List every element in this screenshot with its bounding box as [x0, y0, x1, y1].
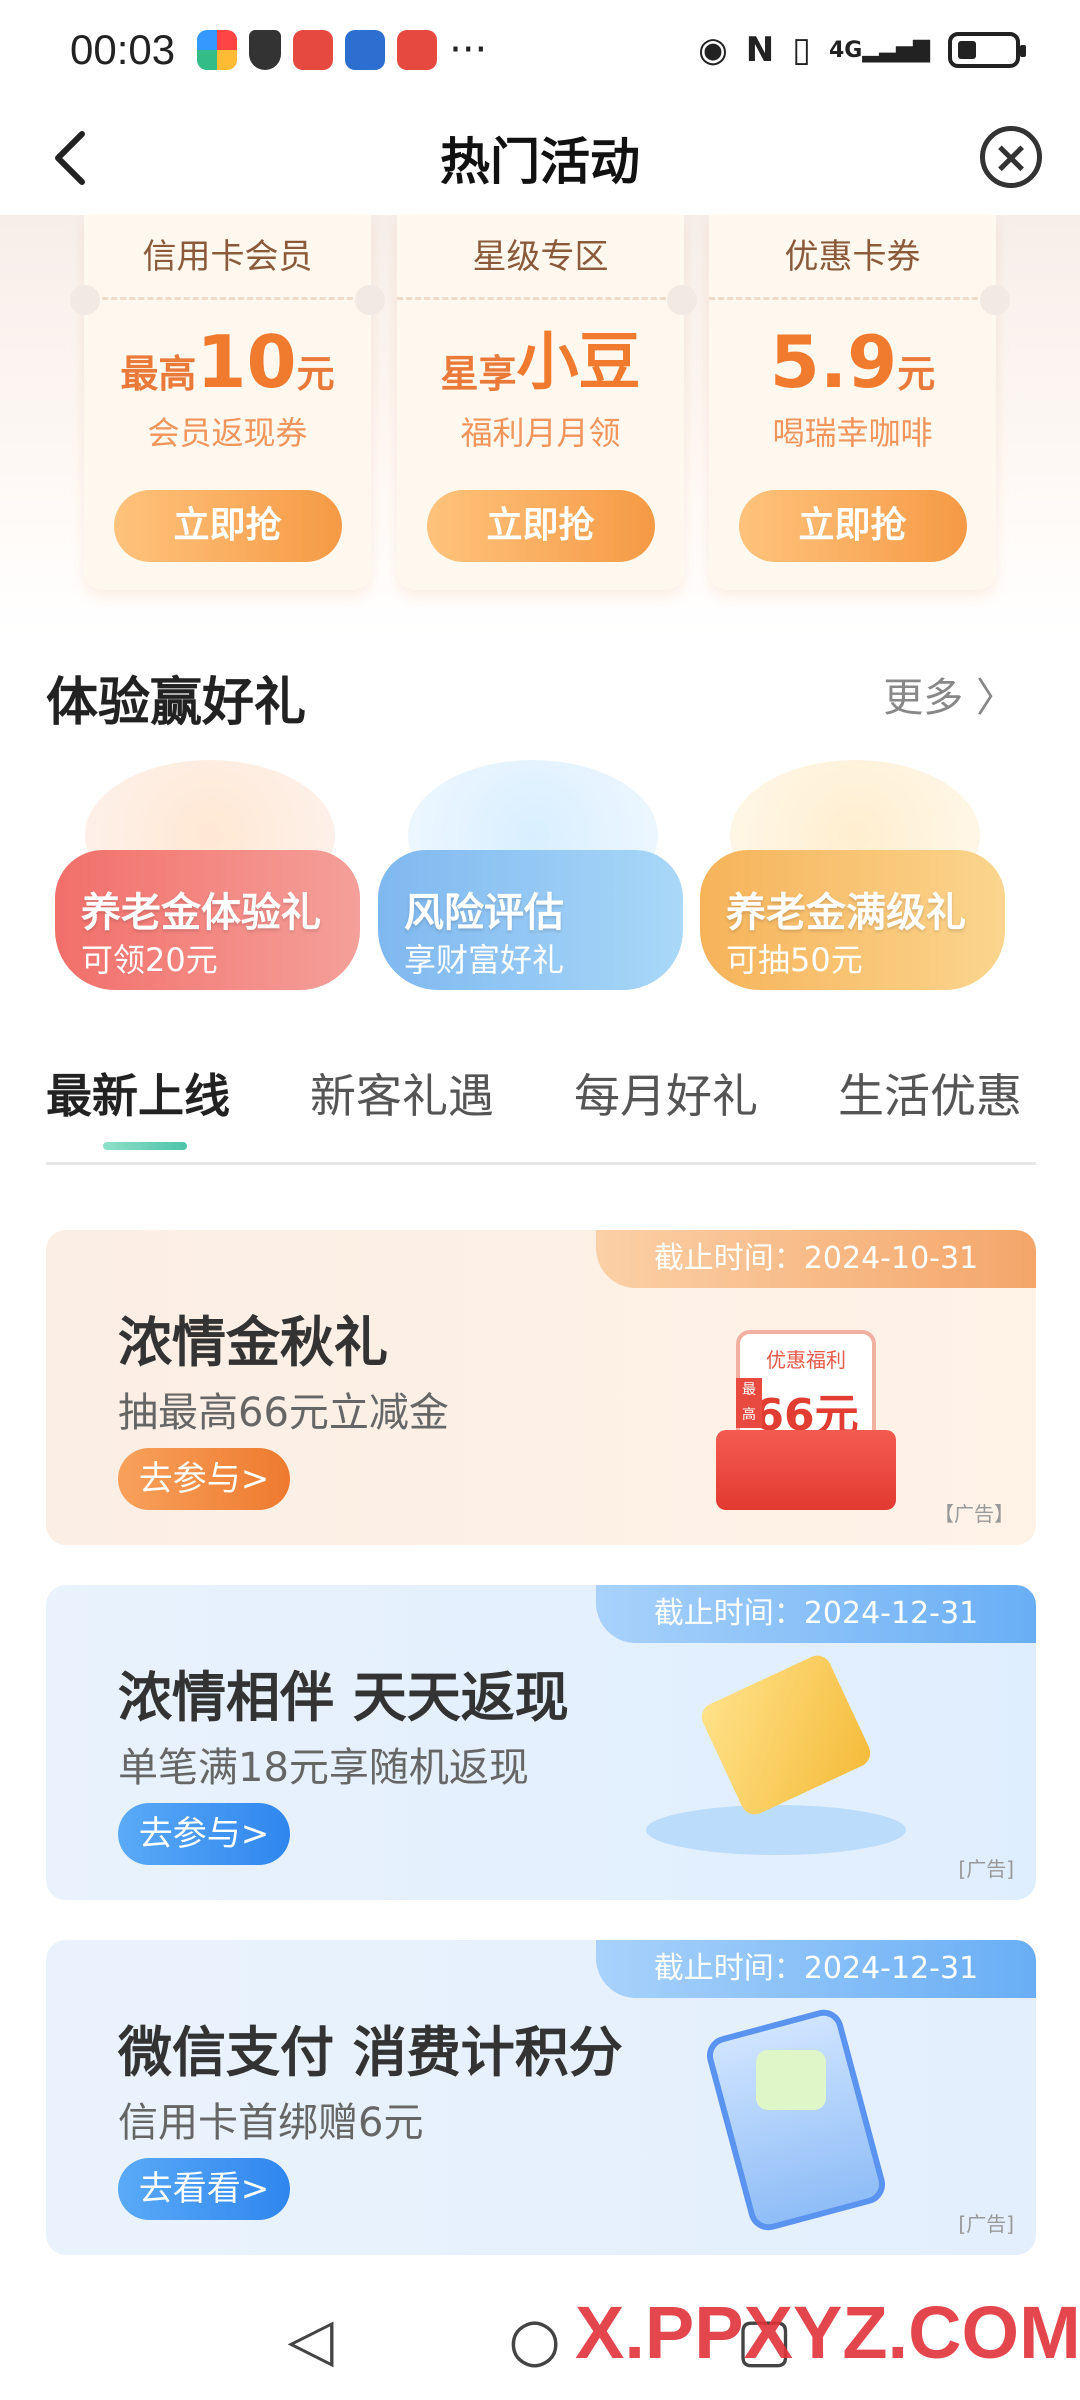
art-label: 优惠福利	[766, 1348, 846, 1372]
deadline-badge: 截止时间：2024-12-31	[596, 1585, 1036, 1643]
coupon-card-star[interactable]: 星级专区 星享 小豆 福利月月领 立即抢	[397, 215, 684, 590]
chevron-right-icon: 〉	[976, 675, 1016, 721]
tab-monthly-gift[interactable]: 每月好礼	[574, 1060, 758, 1126]
watermark-logo: X.PPXYZ.COM	[575, 2291, 1080, 2374]
coupon-header: 优惠卡券	[709, 215, 996, 300]
status-right: ◉ N ▯ 4G▂▃▅▇	[698, 30, 1026, 70]
red-envelope	[716, 1430, 896, 1510]
coupon-notch	[980, 285, 1010, 315]
card-title: 浓情金秋礼	[118, 1311, 388, 1374]
gift-subtitle: 享财富好礼	[404, 941, 565, 979]
phone-shape	[702, 2005, 890, 2235]
gift-title: 风险评估	[404, 890, 564, 936]
gift-card-pension-trial[interactable]: 养老金体验礼 可领20元	[55, 760, 360, 990]
gold-card-illustration	[646, 1651, 926, 1865]
nfc-icon: N	[745, 30, 775, 70]
ad-label: [广告]	[958, 1857, 1014, 1881]
home-circle-icon[interactable]: ○	[509, 2305, 561, 2375]
card-subtitle: 抽最高66元立减金	[118, 1390, 449, 1436]
gift-card-risk-assessment[interactable]: 风险评估 享财富好礼	[378, 760, 683, 990]
deadline-badge: 截止时间：2024-10-31	[596, 1230, 1036, 1288]
section-title-experience: 体验赢好礼	[46, 673, 307, 733]
gold-card	[697, 1651, 875, 1819]
join-button[interactable]: 去参与>	[118, 1803, 290, 1865]
grab-now-button[interactable]: 立即抢	[113, 490, 342, 562]
battery-icon	[948, 32, 1026, 68]
ad-label: 【广告】	[934, 1502, 1014, 1526]
color-wheel-icon	[197, 30, 238, 70]
card-title: 浓情相伴 天天返现	[118, 1666, 569, 1729]
category-tabs: 最新上线 新客礼遇 每月好礼 生活优惠	[46, 1050, 1036, 1165]
gift-subtitle: 可领20元	[81, 941, 218, 979]
coupon-card-voucher[interactable]: 优惠卡券 5.9 元 喝瑞幸咖啡 立即抢	[709, 215, 996, 590]
nav-bar: 热门活动 ×	[0, 100, 1080, 215]
coupon-header: 星级专区	[397, 215, 684, 300]
back-button[interactable]	[40, 128, 100, 188]
close-circle-icon: ×	[992, 131, 1030, 183]
coupon-notch	[355, 285, 385, 315]
coupon-subtitle: 福利月月领	[460, 414, 621, 452]
page-title: 热门活动	[440, 132, 640, 191]
coupon-value: 5.9 元	[769, 320, 936, 404]
grab-now-button[interactable]: 立即抢	[738, 490, 967, 562]
deadline-badge: 截止时间：2024-12-31	[596, 1940, 1036, 1998]
close-button[interactable]: ×	[980, 126, 1042, 188]
card-subtitle: 单笔满18元享随机返现	[118, 1745, 529, 1791]
coupon-notch	[70, 285, 100, 315]
status-time: 00:03	[70, 26, 176, 73]
coupon-header: 信用卡会员	[84, 215, 371, 300]
gift-subtitle: 可抽50元	[726, 941, 863, 979]
phone-illustration	[666, 2005, 926, 2235]
coupon-value: 最高 10 元	[120, 320, 335, 404]
tab-new-customer[interactable]: 新客礼遇	[310, 1060, 494, 1126]
gift-title: 养老金体验礼	[81, 890, 321, 936]
gift-title: 养老金满级礼	[726, 890, 966, 936]
more-link[interactable]: 更多 〉	[883, 665, 1016, 723]
wechat-icon	[756, 2050, 826, 2110]
activity-card-autumn[interactable]: 截止时间：2024-10-31 浓情金秋礼 抽最高66元立减金 去参与> 优惠福…	[46, 1230, 1036, 1545]
join-button[interactable]: 去参与>	[118, 1448, 290, 1510]
coupon-subtitle: 会员返现券	[147, 414, 308, 452]
chevron-left-icon	[55, 131, 85, 185]
red-envelope-illustration: 优惠福利 66元 最高	[666, 1310, 926, 1510]
status-bar: 00:03 ··· ◉ N ▯ 4G▂▃▅▇	[0, 0, 1080, 100]
coupon-value: 星享 小豆	[440, 325, 641, 398]
art-prefix: 最高	[736, 1378, 762, 1428]
coupon-card-member[interactable]: 信用卡会员 最高 10 元 会员返现券 立即抢	[84, 215, 371, 590]
coupon-notch	[667, 285, 697, 315]
activity-card-cashback[interactable]: 截止时间：2024-12-31 浓情相伴 天天返现 单笔满18元享随机返现 去参…	[46, 1585, 1036, 1900]
activity-card-wechat-pay[interactable]: 截止时间：2024-12-31 微信支付 消费计积分 信用卡首绑赠6元 去看看>…	[46, 1940, 1036, 2255]
grab-now-button[interactable]: 立即抢	[426, 490, 655, 562]
card-subtitle: 信用卡首绑赠6元	[118, 2100, 424, 2146]
more-notifications: ···	[449, 27, 488, 73]
card-title: 微信支付 消费计积分	[118, 2021, 623, 2084]
coupon-subtitle: 喝瑞幸咖啡	[772, 414, 933, 452]
view-button[interactable]: 去看看>	[118, 2158, 290, 2220]
vibrate-icon: ▯	[792, 30, 811, 70]
tab-latest[interactable]: 最新上线	[46, 1060, 230, 1126]
gift-card-pension-full[interactable]: 养老金满级礼 可抽50元	[700, 760, 1005, 990]
active-tab-indicator	[103, 1142, 187, 1150]
podium	[646, 1805, 906, 1855]
signal-4g-icon: 4G▂▃▅▇	[828, 37, 930, 63]
app-icon-red	[397, 30, 438, 70]
shield-icon	[249, 30, 282, 70]
back-triangle-icon[interactable]: ◁	[287, 2305, 333, 2375]
ad-label: [广告]	[958, 2212, 1014, 2236]
tab-life-offers[interactable]: 生活优惠	[838, 1060, 1022, 1126]
app-icon-red	[293, 30, 334, 70]
app-icon-mascot	[345, 30, 386, 70]
eye-icon: ◉	[698, 30, 728, 70]
